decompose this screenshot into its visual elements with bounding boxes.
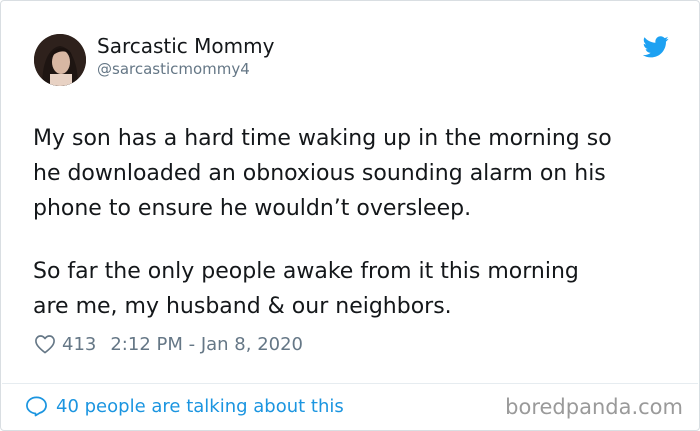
divider: [2, 383, 698, 384]
author-handle[interactable]: @sarcasticmommy4: [97, 60, 250, 78]
tweet-paragraph: So far the only people awake from it thi…: [33, 259, 579, 319]
profile-photo-icon: [34, 34, 86, 86]
conversation-label: 40 people are talking about this: [56, 395, 344, 417]
tweet-card: Sarcastic Mommy @sarcasticmommy4 My son …: [0, 0, 700, 431]
conversation-link[interactable]: 40 people are talking about this: [25, 395, 344, 417]
tweet-text: My son has a hard time waking up in the …: [33, 121, 673, 324]
speech-bubble-icon: [26, 396, 47, 417]
avatar[interactable]: [34, 34, 86, 86]
like-count[interactable]: 413: [62, 334, 96, 355]
author-display-name[interactable]: Sarcastic Mommy: [97, 34, 274, 58]
tweet-timestamp[interactable]: 2:12 PM - Jan 8, 2020: [110, 334, 303, 355]
twitter-bird-icon[interactable]: [643, 36, 669, 58]
heart-icon[interactable]: [34, 334, 56, 354]
watermark: boredpanda.com: [505, 395, 683, 419]
tweet-meta: 413 2:12 PM - Jan 8, 2020: [34, 332, 303, 356]
tweet-paragraph: My son has a hard time waking up in the …: [33, 126, 612, 221]
